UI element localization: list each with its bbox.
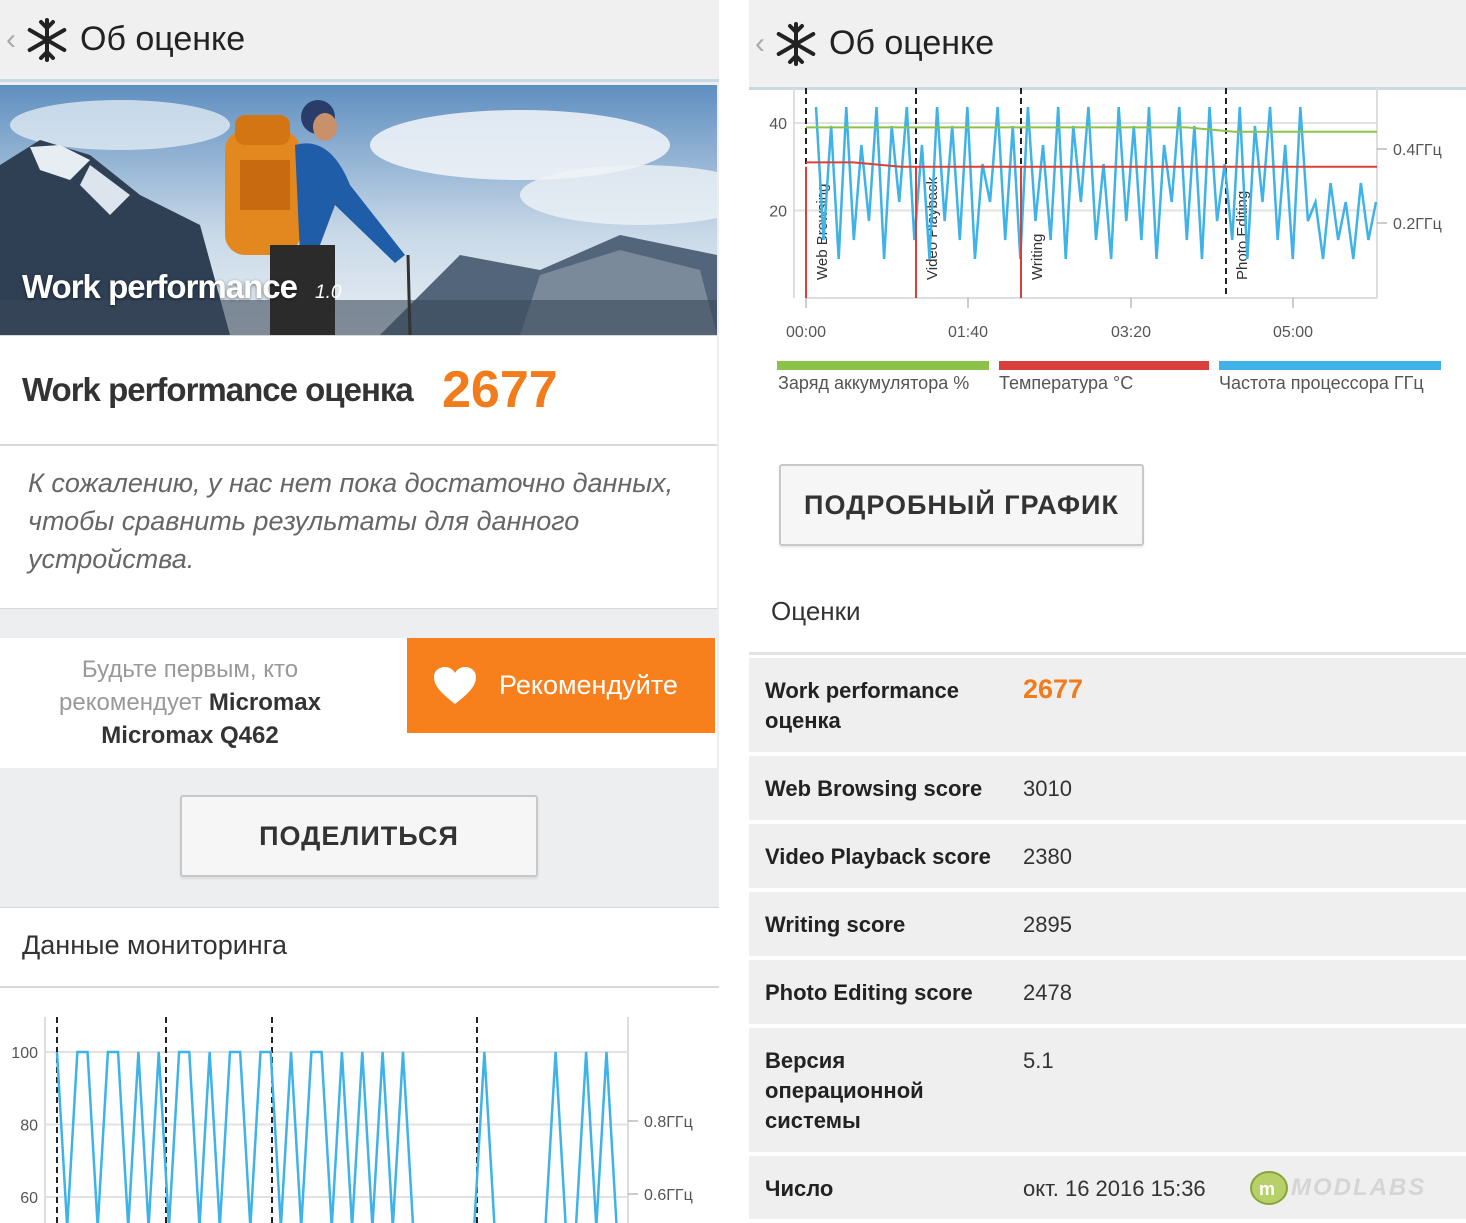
back-arrow-icon[interactable]: ‹ — [6, 23, 24, 57]
x-tick-label: 01:40 — [948, 324, 988, 338]
score-value: 2677 — [1023, 674, 1084, 704]
y-tick-label: 60 — [20, 1190, 38, 1207]
score-name: Work performance оценка — [765, 678, 959, 733]
snowflake-logo-icon — [27, 17, 67, 62]
table-row: Video Playback score 2380 — [749, 824, 1466, 892]
score-value: 2478 — [1023, 980, 1072, 1005]
y2-tick-label: 0.2ГГц — [1393, 216, 1442, 233]
table-row: Work performance оценка 2677 — [749, 658, 1466, 756]
score-name: Web Browsing score — [765, 776, 983, 801]
monitoring-chart: 100 80 60 0.8ГГц 0.6ГГц — [11, 1017, 693, 1223]
page-title: Об оценке — [829, 24, 995, 62]
svg-text:m: m — [1259, 1179, 1275, 1199]
left-screen: ‹ Об оценке Work performance 1.0 Work pe… — [0, 0, 719, 1223]
benchmark-version: 1.0 — [315, 282, 342, 303]
y2-tick-label: 0.8ГГц — [644, 1114, 693, 1131]
back-arrow-icon[interactable]: ‹ — [755, 27, 773, 61]
score-name: Writing score — [765, 912, 906, 937]
legend-temperature-label: Температура °C — [999, 373, 1134, 393]
y-tick-label: 100 — [11, 1045, 38, 1062]
share-button[interactable]: ПОДЕЛИТЬСЯ — [180, 795, 538, 877]
right-screen: ‹ Об оценке 40 20 0.4ГГц 0.2ГГц 00:00 01:40 03… — [749, 0, 1466, 1223]
legend-battery-swatch — [777, 361, 989, 370]
x-tick-label: 05:00 — [1273, 324, 1313, 338]
snowflake-logo-icon — [776, 21, 816, 66]
divider — [749, 652, 1466, 655]
table-row: Web Browsing score 3010 — [749, 756, 1466, 824]
y-tick-label: 80 — [20, 1118, 38, 1135]
table-row: Версия операционной системы 5.1 — [749, 1028, 1466, 1156]
monitoring-title: Данные мониторинга — [22, 930, 287, 960]
legend-temperature-swatch — [999, 361, 1209, 370]
panel-gap — [719, 0, 749, 1223]
y-tick-label: 40 — [769, 116, 787, 133]
score-value: 2677 — [442, 361, 558, 419]
page-title: Об оценке — [80, 20, 246, 58]
score-name: Photo Editing score — [765, 980, 973, 1005]
score-value: 2895 — [1023, 912, 1072, 937]
cpu-frequency-line — [814, 106, 1378, 260]
x-tick-label: 03:20 — [1111, 324, 1151, 338]
watermark: m MODLABS — [1249, 1168, 1426, 1208]
score-label: Work performance оценка — [22, 371, 414, 408]
table-row: Writing score 2895 — [749, 892, 1466, 960]
x-tick-label: 00:00 — [786, 324, 826, 338]
app-bar: ‹ Об оценке — [749, 0, 1466, 90]
insufficient-data-note: К сожалению, у нас нет пока достаточно д… — [28, 468, 674, 574]
detail-chart-button[interactable]: ПОДРОБНЫЙ ГРАФИК — [779, 464, 1144, 546]
legend-battery-label: Заряд аккумулятора % — [778, 373, 970, 393]
score-value: окт. 16 2016 15:36 — [1023, 1176, 1206, 1201]
heart-icon — [434, 666, 476, 704]
score-value: 3010 — [1023, 776, 1072, 801]
legend-cpu-label: Частота процессора ГГц — [1219, 373, 1424, 393]
recommend-button-label: Рекомендуйте — [499, 670, 678, 700]
y2-tick-label: 0.6ГГц — [644, 1187, 693, 1204]
score-name: Video Playback score — [765, 844, 991, 869]
score-name: Число — [765, 1176, 834, 1201]
table-row: Photo Editing score 2478 — [749, 960, 1466, 1028]
monitoring-chart: 40200.4ГГц0.2ГГц00:00 01:40 03:20 05:00Web … — [769, 88, 1442, 338]
y2-tick-label: 0.4ГГц — [1393, 142, 1442, 159]
score-value: 5.1 — [1023, 1048, 1054, 1073]
recommend-button[interactable]: Рекомендуйте — [407, 638, 715, 733]
benchmark-name: Work performance — [22, 268, 298, 305]
watermark-text: MODLABS — [1291, 1174, 1427, 1201]
test-marker-label: Writing — [1029, 234, 1046, 280]
app-bar: ‹ Об оценке — [0, 0, 719, 82]
y-tick-label: 20 — [769, 204, 787, 221]
score-value: 2380 — [1023, 844, 1072, 869]
legend-cpu-swatch — [1219, 361, 1441, 370]
score-name: Версия операционной системы — [765, 1048, 924, 1133]
watermark-logo-icon: m — [1250, 1171, 1288, 1205]
scores-title: Оценки — [771, 596, 861, 626]
recommend-text: Будьте первым, кто рекомендует Micromax … — [30, 653, 350, 752]
